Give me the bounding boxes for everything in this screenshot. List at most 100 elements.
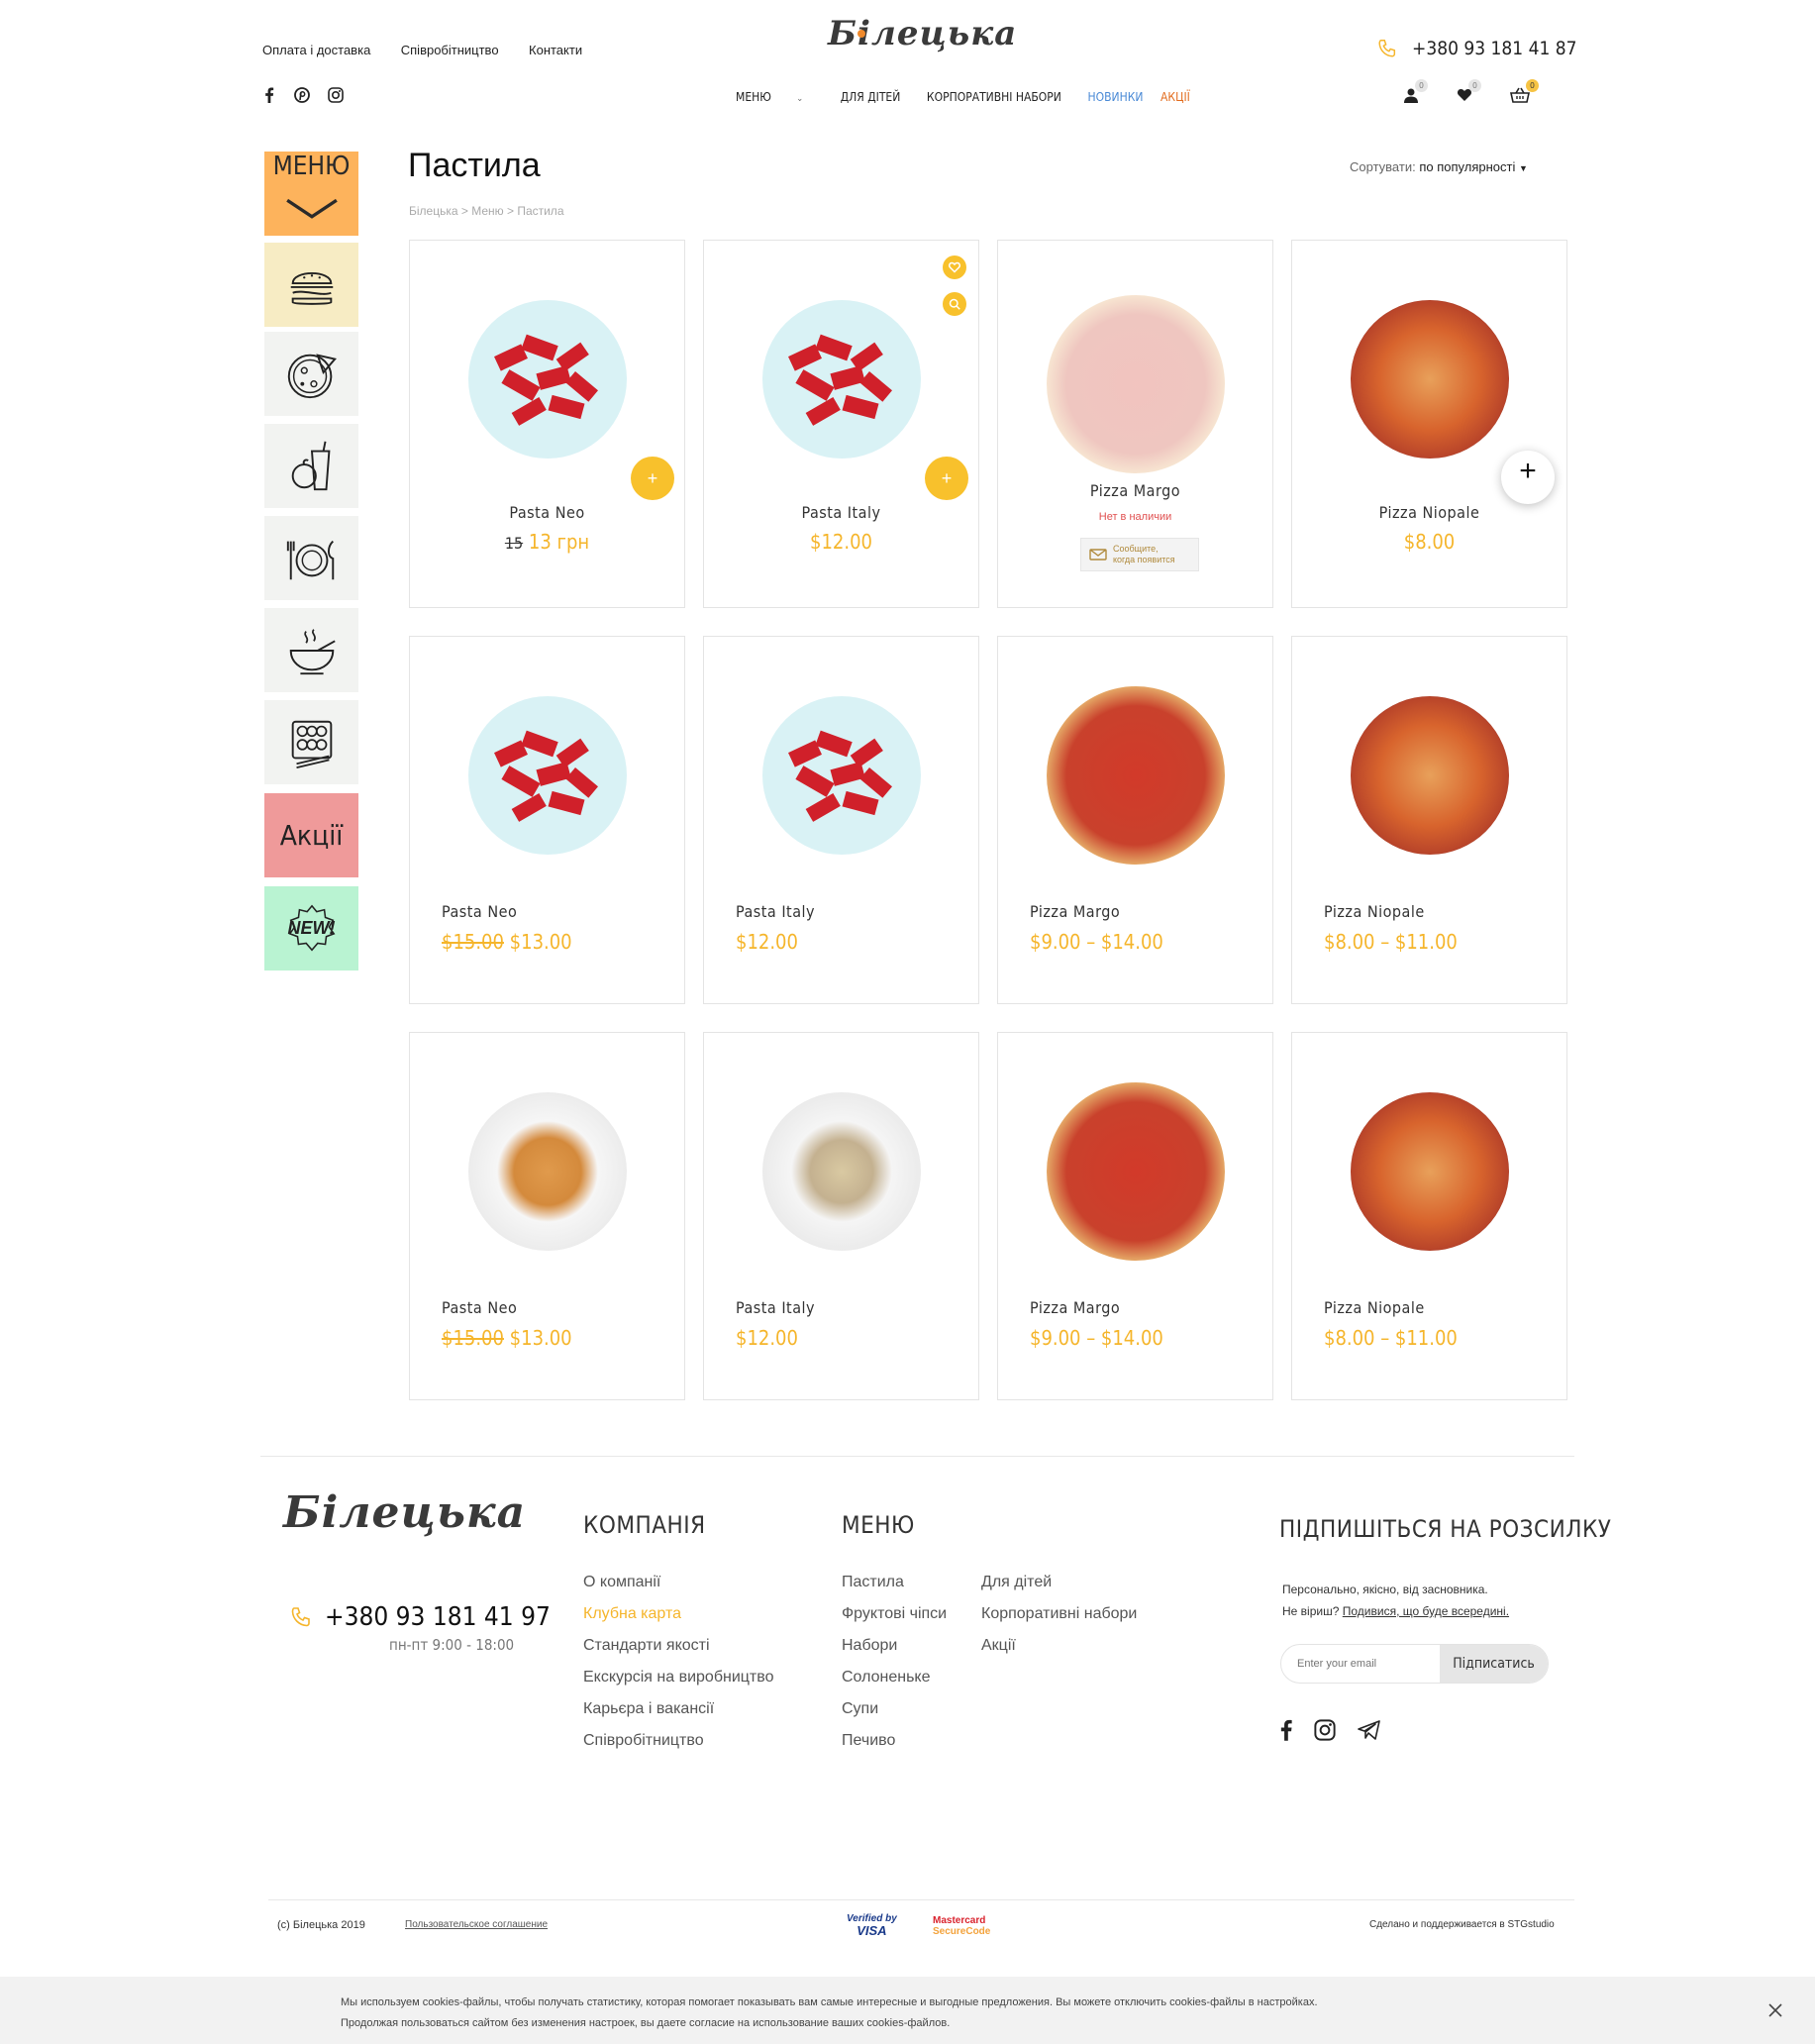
footer-menu-sets[interactable]: Набори xyxy=(842,1630,947,1662)
product-card[interactable]: Pizza Margo $9.00 – $14.00 xyxy=(997,1032,1273,1400)
nav-promo[interactable]: АКЦІЇ xyxy=(1160,90,1190,104)
sidebar-new[interactable]: NEW! xyxy=(264,886,358,971)
product-name[interactable]: Pasta Italy xyxy=(736,902,815,921)
top-link-contacts[interactable]: Контакти xyxy=(529,43,582,57)
product-name[interactable]: Pizza Niopale xyxy=(1324,1298,1425,1317)
product-image[interactable] xyxy=(467,300,627,459)
nav-new[interactable]: НОВИНКИ xyxy=(1087,90,1143,104)
product-price: $8.00 – $11.00 xyxy=(1324,1326,1458,1350)
close-icon[interactable] xyxy=(1768,2003,1782,2017)
footer-link-club-card[interactable]: Клубна карта xyxy=(583,1598,773,1630)
nav-menu[interactable]: МЕНЮ ⌄ xyxy=(725,90,814,104)
sidebar-burgers[interactable] xyxy=(264,243,358,327)
product-card[interactable]: + Pasta Italy $12.00 xyxy=(703,240,979,608)
product-card[interactable]: + Pizza Niopale $8.00 xyxy=(1291,240,1567,608)
facebook-icon[interactable] xyxy=(262,87,276,103)
product-image[interactable] xyxy=(1350,1092,1509,1251)
top-link-cooperation[interactable]: Співробітництво xyxy=(401,43,499,57)
subscribe-link[interactable]: Подивися, що буде всередині. xyxy=(1343,1604,1509,1618)
top-link-delivery[interactable]: Оплата і доставка xyxy=(262,43,370,57)
sort-control[interactable]: Сортувати: по популярності ▼ xyxy=(1350,159,1528,174)
product-image[interactable] xyxy=(467,1092,627,1251)
instagram-icon[interactable] xyxy=(328,87,344,103)
footer-link-careers[interactable]: Карьєра і вакансії xyxy=(583,1693,773,1725)
product-card[interactable]: Pasta Italy $12.00 xyxy=(703,636,979,1004)
add-to-cart-button[interactable]: + xyxy=(925,457,968,500)
sidebar-soups[interactable] xyxy=(264,608,358,692)
sidebar-sushi[interactable] xyxy=(264,700,358,784)
footer-phone[interactable]: +380 93 181 41 97 xyxy=(289,1602,551,1632)
product-card[interactable]: Pizza Niopale $8.00 – $11.00 xyxy=(1291,636,1567,1004)
made-by[interactable]: Сделано и поддерживается в STGstudio xyxy=(1369,1919,1555,1930)
nav-corporate[interactable]: КОРПОРАТИВНІ НАБОРИ xyxy=(927,90,1061,104)
footer-link-cooperation[interactable]: Співробітництво xyxy=(583,1725,773,1757)
footer-menu-pastila[interactable]: Пастила xyxy=(842,1567,947,1598)
add-to-cart-button[interactable]: + xyxy=(631,457,674,500)
product-name[interactable]: Pizza Niopale xyxy=(1292,503,1566,522)
footer-menu-chips[interactable]: Фруктові чіпси xyxy=(842,1598,947,1630)
pinterest-icon[interactable] xyxy=(294,87,310,103)
product-image[interactable] xyxy=(1046,1082,1225,1261)
sidebar-pizza[interactable] xyxy=(264,332,358,416)
sort-value: по популярності xyxy=(1419,159,1516,174)
product-name[interactable]: Pasta Neo xyxy=(442,902,517,921)
telegram-icon[interactable] xyxy=(1358,1719,1381,1741)
product-image[interactable] xyxy=(761,300,921,459)
product-card[interactable]: Pasta Italy $12.00 xyxy=(703,1032,979,1400)
cart-button[interactable]: 0 xyxy=(1510,79,1539,108)
logo[interactable]: Білецька xyxy=(828,12,1016,61)
product-card[interactable]: Pasta Neo $15.00 $13.00 xyxy=(409,1032,685,1400)
footer-menu-soups[interactable]: Супи xyxy=(842,1693,947,1725)
add-to-cart-button[interactable]: + xyxy=(1501,451,1555,504)
product-image[interactable] xyxy=(1350,696,1509,855)
wishlist-toggle[interactable] xyxy=(943,256,966,279)
wishlist-button[interactable]: 0 xyxy=(1457,79,1481,108)
sidebar-drinks[interactable] xyxy=(264,424,358,508)
product-image[interactable] xyxy=(1350,300,1509,459)
product-name[interactable]: Pasta Italy xyxy=(704,503,978,522)
subscribe-title: ПІДПИШІТЬСЯ НА РОЗСИЛКУ xyxy=(1279,1515,1612,1543)
product-name[interactable]: Pasta Neo xyxy=(442,1298,517,1317)
user-agreement-link[interactable]: Пользовательское соглашение xyxy=(405,1919,548,1930)
product-image[interactable] xyxy=(761,1092,921,1251)
product-image[interactable] xyxy=(467,696,627,855)
footer-menu-kids[interactable]: Для дітей xyxy=(981,1567,1137,1598)
footer-link-excursion[interactable]: Екскурсія на виробництво xyxy=(583,1662,773,1693)
notify-line-2: когда появится xyxy=(1113,555,1175,564)
product-name[interactable]: Pizza Margo xyxy=(998,481,1272,500)
product-name[interactable]: Pizza Margo xyxy=(1030,1298,1120,1317)
footer-link-quality[interactable]: Стандарти якості xyxy=(583,1630,773,1662)
nav-kids[interactable]: ДЛЯ ДІТЕЙ xyxy=(841,90,901,104)
footer-link-about[interactable]: О компанії xyxy=(583,1567,773,1598)
product-card[interactable]: Pizza Margo $9.00 – $14.00 xyxy=(997,636,1273,1004)
quick-view-button[interactable] xyxy=(943,292,966,316)
footer-menu-salty[interactable]: Солоненьке xyxy=(842,1662,947,1693)
product-card[interactable]: Pizza Niopale $8.00 – $11.00 xyxy=(1291,1032,1567,1400)
sidebar-menu-tile[interactable]: МЕНЮ xyxy=(264,152,358,236)
instagram-icon[interactable] xyxy=(1314,1719,1336,1741)
footer-menu-promo[interactable]: Акції xyxy=(981,1630,1137,1662)
facebook-icon[interactable] xyxy=(1280,1719,1292,1741)
footer-logo[interactable]: Білецька xyxy=(283,1487,526,1538)
product-image[interactable] xyxy=(1046,686,1225,865)
account-button[interactable]: 0 xyxy=(1403,79,1428,108)
footer-menu-corporate[interactable]: Корпоративні набори xyxy=(981,1598,1137,1630)
product-card[interactable]: Pasta Neo $15.00 $13.00 xyxy=(409,636,685,1004)
sidebar-promo[interactable]: Акції xyxy=(264,793,358,877)
product-name[interactable]: Pasta Italy xyxy=(736,1298,815,1317)
product-name[interactable]: Pizza Margo xyxy=(1030,902,1120,921)
email-input[interactable] xyxy=(1281,1645,1440,1683)
notify-button[interactable]: Сообщите, когда появится xyxy=(1080,538,1199,571)
breadcrumb[interactable]: Білецька > Меню > Пастила xyxy=(409,204,564,218)
header-phone[interactable]: +380 93 181 41 87 xyxy=(1376,38,1577,59)
product-card[interactable]: + Pasta Neo 15 13 грн xyxy=(409,240,685,608)
subscribe-button[interactable]: Підписатись xyxy=(1440,1645,1548,1683)
sidebar-dishes[interactable] xyxy=(264,516,358,600)
footer-menu-cookies[interactable]: Печиво xyxy=(842,1725,947,1757)
product-card[interactable]: Pizza Margo Нет в наличии Сообщите, когд… xyxy=(997,240,1273,608)
product-name[interactable]: Pasta Neo xyxy=(410,503,684,522)
product-name[interactable]: Pizza Niopale xyxy=(1324,902,1425,921)
footer-bottom-divider xyxy=(268,1899,1574,1900)
product-image[interactable] xyxy=(1046,295,1225,473)
product-image[interactable] xyxy=(761,696,921,855)
